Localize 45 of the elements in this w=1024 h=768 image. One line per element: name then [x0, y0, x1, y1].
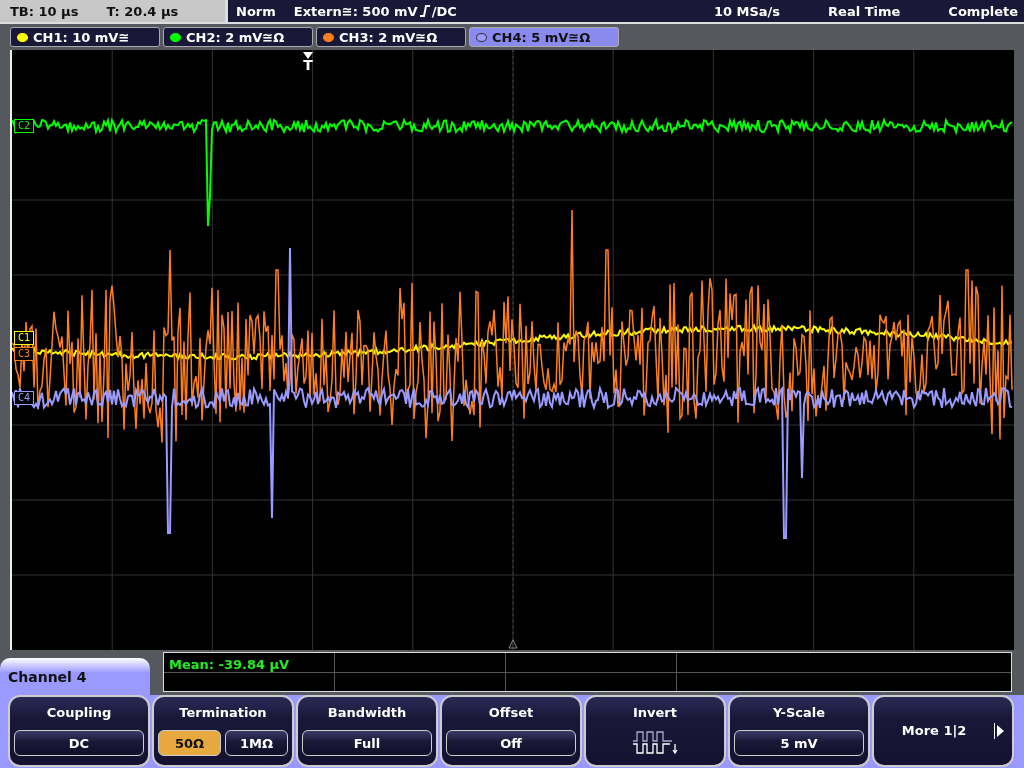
invert-waveform-icon	[632, 730, 678, 756]
acquisition-mode: Real Time	[828, 3, 901, 19]
softkey-title: Bandwidth	[327, 705, 407, 720]
softkey[interactable]: Coupling DC	[8, 695, 150, 767]
measurement-readout: Mean: -39.84 µV	[169, 657, 290, 672]
trigger-label: T	[303, 59, 313, 72]
softkey-title: Coupling	[46, 705, 112, 720]
trigger-arrow-icon	[303, 52, 313, 59]
trigger-source: Extern≅: 500 mV	[293, 3, 418, 19]
trigger-coupling: /DC	[431, 3, 457, 19]
softkey-title: Y-Scale	[773, 705, 825, 720]
softkey[interactable]: Termination 50Ω 1MΩ	[152, 695, 294, 767]
menu-title: Channel 4	[8, 668, 87, 685]
trigger-marker[interactable]: T	[303, 52, 313, 72]
timebase-readout: TB: 10 µs	[10, 3, 79, 19]
channel-tab[interactable]: CH1: 10 mV≅	[10, 27, 160, 47]
value-button[interactable]: Off	[446, 730, 576, 756]
value-button[interactable]: 5 mV	[734, 730, 864, 756]
sample-rate: 10 MSa/s	[713, 3, 781, 19]
channel-tab[interactable]: CH3: 2 mV≅Ω	[316, 27, 466, 47]
trigger-mode: Norm	[236, 3, 276, 19]
option-button[interactable]: 50Ω	[158, 730, 221, 756]
channel-marker[interactable]: C4	[14, 391, 35, 405]
next-arrow-icon	[994, 722, 1005, 739]
rising-edge-icon	[418, 4, 431, 18]
trigger-time-readout: T: 20.4 µs	[106, 3, 179, 19]
softkey[interactable]: Offset Off	[440, 695, 582, 767]
softkey[interactable]: Bandwidth Full	[296, 695, 438, 767]
channel-tab[interactable]: CH4: 5 mV≅Ω	[469, 27, 619, 47]
option-button[interactable]: 1MΩ	[225, 730, 288, 756]
softkey-title: Invert	[633, 705, 677, 720]
softkey[interactable]: Y-Scale 5 mV	[728, 695, 870, 767]
trigger-position-icon	[508, 639, 518, 649]
more-label: More 1|2	[901, 723, 967, 738]
channel-marker[interactable]: C3	[14, 347, 35, 361]
softkey-title: Offset	[488, 705, 534, 720]
channel-marker[interactable]: C1	[14, 331, 35, 345]
channel-tab[interactable]: CH2: 2 mV≅Ω	[163, 27, 313, 47]
softkey[interactable]: More 1|2	[872, 695, 1014, 767]
softkey[interactable]: Invert	[584, 695, 726, 767]
value-button[interactable]: Full	[302, 730, 432, 756]
channel-marker[interactable]: C2	[14, 119, 35, 133]
acquisition-status: Complete	[948, 3, 1018, 19]
softkey-title: Termination	[179, 705, 267, 720]
value-button[interactable]: DC	[14, 730, 144, 756]
